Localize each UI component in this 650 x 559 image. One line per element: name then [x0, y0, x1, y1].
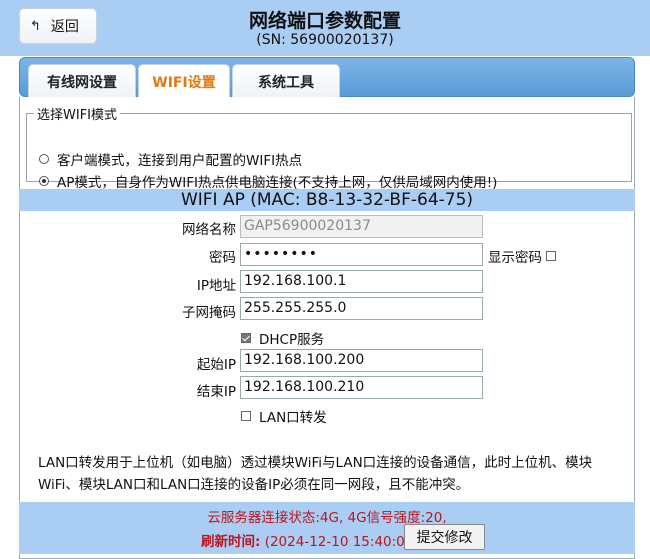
start-ip-label: 起始IP	[196, 357, 236, 373]
client-mode-label: 客户端模式，连接到用户配置的WIFI热点	[57, 153, 303, 169]
ip-address-field[interactable]: 192.168.100.1	[240, 270, 483, 293]
tab-system-tools[interactable]: 系统工具	[232, 64, 340, 98]
lan-forward-label: LAN口转发	[259, 410, 327, 426]
ssid-label: 网络名称	[182, 222, 236, 238]
client-mode-option[interactable]: 客户端模式，连接到用户配置的WIFI热点	[39, 149, 302, 169]
lan-forward-note: LAN口转发用于上位机（如电脑）透过模块WiFi与LAN口连接的设备通信，此时上…	[38, 455, 593, 493]
tab-bar: 有线网设置 WIFI设置 系统工具	[19, 57, 635, 98]
refresh-time-value: (2024-12-10 15:40:07)	[260, 534, 419, 550]
serial-number: (SN: 56900020137)	[256, 32, 394, 48]
password-field[interactable]: ••••••••	[240, 243, 483, 266]
lan-forward-option[interactable]: LAN口转发	[241, 406, 327, 426]
submit-button[interactable]: 提交修改	[404, 524, 485, 550]
show-password-toggle[interactable]: 显示密码	[488, 246, 556, 266]
dhcp-checkbox[interactable]	[241, 333, 251, 343]
password-label: 密码	[209, 250, 236, 266]
cloud-status-text: 云服务器连接状态:4G, 4G信号强度:20,	[207, 510, 447, 526]
ap-mode-option[interactable]: AP模式，自身作为WIFI热点供电脑连接(不支持上网，仅供局域网内使用!)	[39, 171, 497, 191]
refresh-label: 刷新时间:	[201, 534, 261, 550]
page-title: 网络端口参数配置	[248, 10, 401, 32]
wifi-ap-header: WIFI AP (MAC: B8-13-32-BF-64-75)	[19, 189, 635, 211]
subnet-mask-field[interactable]: 255.255.255.0	[240, 297, 483, 320]
status-footer: 云服务器连接状态:4G, 4G信号强度:20, 刷新时间: (2024-12-1…	[19, 502, 635, 554]
ap-mode-label: AP模式，自身作为WIFI热点供电脑连接(不支持上网，仅供局域网内使用!)	[57, 175, 498, 191]
wifi-mode-legend: 选择WIFI模式	[37, 108, 117, 123]
ap-mode-radio[interactable]	[39, 176, 49, 186]
tab-wired-network[interactable]: 有线网设置	[28, 64, 136, 98]
lan-forward-checkbox[interactable]	[241, 411, 251, 421]
ssid-field: GAP56900020137	[240, 215, 483, 238]
page-header: ↰ 返回 网络端口参数配置 (SN: 56900020137)	[0, 0, 650, 56]
dhcp-option[interactable]: DHCP服务	[241, 328, 324, 348]
subnet-mask-label: 子网掩码	[182, 305, 236, 321]
client-mode-radio[interactable]	[39, 154, 49, 164]
end-ip-field[interactable]: 192.168.100.210	[240, 376, 483, 399]
wifi-mode-group: 选择WIFI模式 客户端模式，连接到用户配置的WIFI热点 AP模式，自身作为W…	[26, 104, 632, 191]
show-password-checkbox[interactable]	[546, 251, 556, 261]
tab-wifi[interactable]: WIFI设置	[138, 64, 230, 98]
end-ip-label: 结束IP	[196, 384, 236, 400]
start-ip-field[interactable]: 192.168.100.200	[240, 349, 483, 372]
dhcp-label: DHCP服务	[259, 332, 325, 348]
show-password-label: 显示密码	[488, 250, 542, 266]
ip-address-label: IP地址	[196, 278, 236, 294]
refresh-time: 刷新时间: (2024-12-10 15:40:07)	[201, 530, 419, 550]
